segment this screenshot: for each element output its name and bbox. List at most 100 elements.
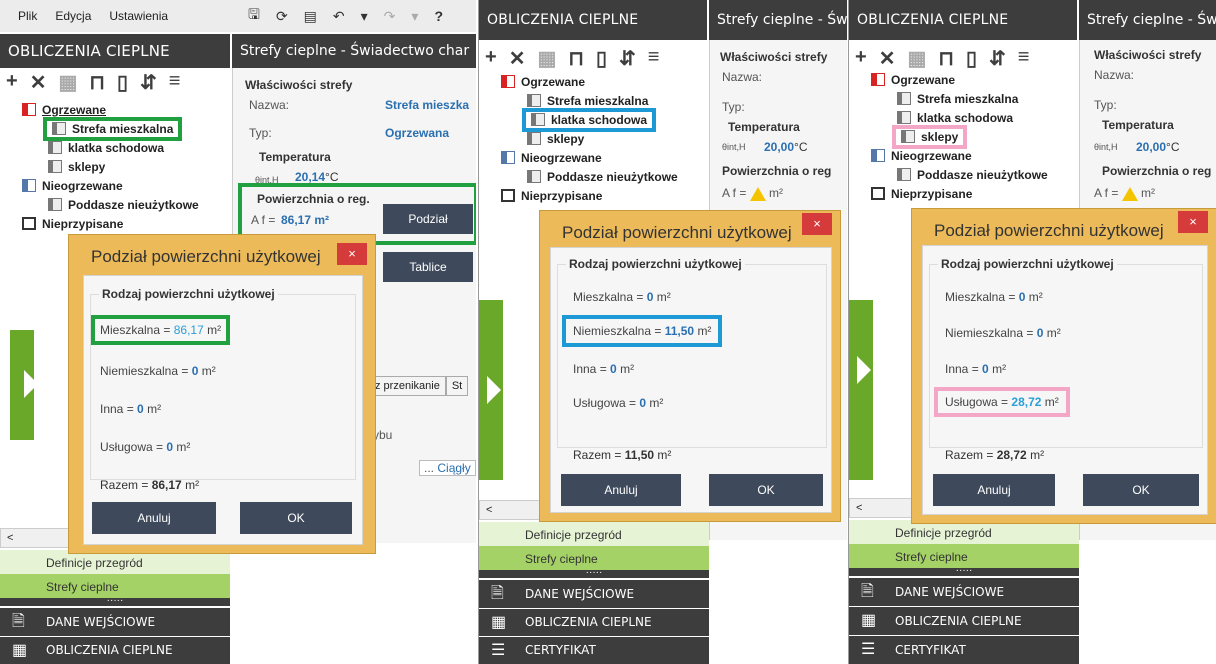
help-icon[interactable]: ? bbox=[434, 8, 443, 24]
zone-name-value[interactable]: Strefa mieszka bbox=[385, 98, 469, 112]
tree-node-zone-shops[interactable]: sklepy bbox=[853, 124, 1048, 149]
tab-st[interactable]: St bbox=[445, 376, 469, 396]
tree-node-zone-shops[interactable]: sklepy bbox=[483, 129, 678, 148]
mieszkalna-field[interactable]: Mieszkalna = 86,17 m² bbox=[90, 315, 231, 345]
tree-node-zone-attic[interactable]: Poddasze nieużytkowe bbox=[853, 165, 1048, 184]
dialog-podzial-3: Podział powierzchni użytkowej × Rodzaj p… bbox=[911, 208, 1216, 524]
tab-przenikanie[interactable]: z przenikanie bbox=[369, 376, 446, 396]
zone-icon bbox=[48, 198, 62, 211]
zone-icon bbox=[897, 92, 911, 105]
zone-type-value[interactable]: Ogrzewana bbox=[385, 126, 449, 140]
zone-icon[interactable]: ⊓ bbox=[568, 46, 584, 71]
document-icon[interactable]: ▯ bbox=[117, 70, 128, 95]
delete-icon[interactable]: ✕ bbox=[30, 70, 47, 95]
tree-structure-icon[interactable]: ≡ bbox=[169, 70, 181, 95]
tree-structure-icon[interactable]: ≡ bbox=[1018, 46, 1030, 71]
zone-icon[interactable]: ⊓ bbox=[938, 46, 954, 71]
mieszkalna-field[interactable]: Mieszkalna = 0 m² bbox=[945, 290, 1043, 304]
inna-field[interactable]: Inna = 0 m² bbox=[573, 362, 634, 376]
tree-node-zone-staircase[interactable]: klatka schodowa bbox=[853, 108, 1048, 127]
nav-dane-wejsciowe[interactable]: 🗎 DANE WEJŚCIOWE bbox=[479, 580, 709, 608]
calculator-icon: ▦ bbox=[491, 614, 507, 631]
dialog-podzial-2: Podział powierzchni użytkowej × Rodzaj p… bbox=[539, 210, 841, 522]
undo-icon[interactable]: ↶ bbox=[333, 8, 345, 25]
inna-field[interactable]: Inna = 0 m² bbox=[945, 362, 1006, 376]
tree-node-unassigned[interactable]: Nieprzypisane bbox=[853, 184, 1048, 203]
tree-node-heated[interactable]: Ogrzewane bbox=[853, 70, 1048, 89]
close-icon[interactable]: × bbox=[1178, 211, 1208, 233]
tree-node-zone-residential[interactable]: Strefa mieszkalna bbox=[853, 89, 1048, 108]
delete-icon[interactable]: ✕ bbox=[509, 46, 526, 71]
nav-obliczenia[interactable]: ▦ OBLICZENIA CIEPLNE bbox=[0, 637, 230, 664]
sort-icon[interactable]: ⇵ bbox=[140, 70, 157, 95]
mieszkalna-field[interactable]: Mieszkalna = 0 m² bbox=[573, 290, 671, 304]
menu-file[interactable]: Plik bbox=[18, 9, 37, 23]
niemieszkalna-field[interactable]: Niemieszkalna = 11,50 m² bbox=[561, 315, 723, 347]
tree-node-unassigned[interactable]: Nieprzypisane bbox=[4, 214, 199, 233]
wall-icon[interactable]: ▦ bbox=[907, 46, 926, 71]
sort-icon[interactable]: ⇵ bbox=[989, 46, 1006, 71]
wall-icon[interactable]: ▦ bbox=[58, 70, 77, 95]
undo-dropdown-icon[interactable]: ▾ bbox=[361, 8, 368, 25]
refresh-icon[interactable]: ⟳ bbox=[276, 8, 288, 25]
nav-certyfikat[interactable]: ☰ CERTYFIKAT bbox=[479, 637, 709, 664]
tree-node-unassigned[interactable]: Nieprzypisane bbox=[483, 186, 678, 205]
wall-icon[interactable]: ▦ bbox=[537, 46, 556, 71]
menu-edit[interactable]: Edycja bbox=[55, 9, 91, 23]
tree-node-zone-attic[interactable]: Poddasze nieużytkowe bbox=[483, 167, 678, 186]
document-icon[interactable]: ▯ bbox=[596, 46, 607, 71]
cancel-button[interactable]: Anuluj bbox=[561, 474, 681, 506]
tree-node-heated[interactable]: Ogrzewane bbox=[4, 100, 199, 119]
ciagly-field[interactable]: ... Ciągły bbox=[419, 460, 476, 476]
redo-dropdown-icon[interactable]: ▾ bbox=[411, 8, 418, 25]
tree-node-zone-residential[interactable]: Strefa mieszkalna bbox=[483, 91, 678, 110]
niemieszkalna-field[interactable]: Niemieszkalna = 0 m² bbox=[100, 364, 216, 378]
nav-obliczenia[interactable]: ▦ OBLICZENIA CIEPLNE bbox=[849, 607, 1079, 635]
nav-dane-wejsciowe[interactable]: 🗎 DANE WEJŚCIOWE bbox=[849, 578, 1079, 606]
copy-icon[interactable]: ▤ bbox=[304, 8, 317, 25]
uslugowa-field[interactable]: Usługowa = 0 m² bbox=[573, 396, 663, 410]
uslugowa-field[interactable]: Usługowa = 28,72 m² bbox=[934, 387, 1070, 417]
tree-node-unheated[interactable]: Nieogrzewane bbox=[4, 176, 199, 195]
nav-obliczenia[interactable]: ▦ OBLICZENIA CIEPLNE bbox=[479, 609, 709, 636]
unassigned-zone-icon bbox=[871, 187, 885, 200]
menu-settings[interactable]: Ustawienia bbox=[109, 9, 168, 23]
tree-structure-icon[interactable]: ≡ bbox=[648, 46, 660, 71]
collapse-tab[interactable] bbox=[849, 300, 873, 480]
add-icon[interactable]: + bbox=[485, 46, 497, 71]
add-icon[interactable]: + bbox=[855, 46, 867, 71]
sort-icon[interactable]: ⇵ bbox=[619, 46, 636, 71]
tablice-button[interactable]: Tablice bbox=[383, 252, 473, 282]
tree-node-zone-staircase[interactable]: klatka schodowa bbox=[4, 138, 199, 157]
nav-expander[interactable]: ····· bbox=[479, 568, 709, 578]
document-icon[interactable]: ▯ bbox=[966, 46, 977, 71]
delete-icon[interactable]: ✕ bbox=[879, 46, 896, 71]
tree-node-unheated[interactable]: Nieogrzewane bbox=[483, 148, 678, 167]
cancel-button[interactable]: Anuluj bbox=[92, 502, 216, 534]
ok-button[interactable]: OK bbox=[240, 502, 352, 534]
ok-button[interactable]: OK bbox=[709, 474, 823, 506]
podzial-button[interactable]: Podział bbox=[383, 204, 473, 234]
tree-node-zone-shops[interactable]: sklepy bbox=[4, 157, 199, 176]
nav-definicje[interactable]: Definicje przegród bbox=[479, 522, 709, 548]
niemieszkalna-field[interactable]: Niemieszkalna = 0 m² bbox=[945, 326, 1061, 340]
tree-node-unheated[interactable]: Nieogrzewane bbox=[853, 146, 1048, 165]
ok-button[interactable]: OK bbox=[1083, 474, 1199, 506]
uslugowa-field[interactable]: Usługowa = 0 m² bbox=[100, 440, 190, 454]
close-icon[interactable]: × bbox=[802, 213, 832, 235]
redo-icon[interactable]: ↷ bbox=[384, 8, 396, 25]
zone-icon[interactable]: ⊓ bbox=[89, 70, 105, 95]
tree-node-heated[interactable]: Ogrzewane bbox=[483, 72, 678, 91]
tree-node-zone-attic[interactable]: Poddasze nieużytkowe bbox=[4, 195, 199, 214]
cancel-button[interactable]: Anuluj bbox=[933, 474, 1055, 506]
nav-dane-wejsciowe[interactable]: 🗎 DANE WEJŚCIOWE bbox=[0, 608, 230, 636]
nav-expander[interactable]: ····· bbox=[849, 566, 1079, 576]
inna-field[interactable]: Inna = 0 m² bbox=[100, 402, 161, 416]
nav-certyfikat[interactable]: ☰ CERTYFIKAT bbox=[849, 636, 1079, 664]
tree-node-zone-residential[interactable]: Strefa mieszkalna bbox=[4, 116, 199, 141]
tree-node-zone-staircase[interactable]: klatka schodowa bbox=[483, 107, 678, 132]
close-icon[interactable]: × bbox=[337, 243, 367, 265]
nav-expander[interactable]: ····· bbox=[0, 596, 230, 606]
save-icon[interactable]: 🖫 bbox=[248, 4, 260, 28]
add-icon[interactable]: + bbox=[6, 70, 18, 95]
